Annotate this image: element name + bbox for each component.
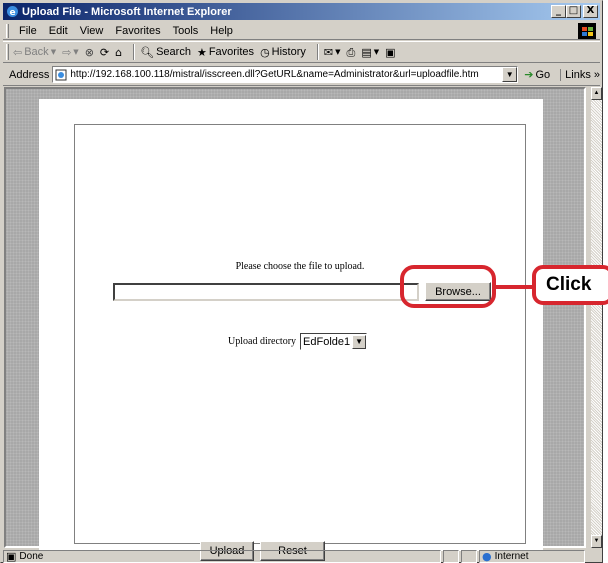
home-button[interactable]: ⌂ xyxy=(115,47,122,58)
page-done-icon: ▣ xyxy=(6,549,17,563)
refresh-icon: ⟳ xyxy=(99,45,110,59)
menu-help[interactable]: Help xyxy=(204,25,239,37)
window-title: Upload File - Microsoft Internet Explore… xyxy=(22,5,232,18)
callout-label: Click xyxy=(532,265,608,305)
mail-button[interactable]: ✉ ▼ xyxy=(324,47,341,58)
maximize-button[interactable]: □ xyxy=(566,5,581,18)
dropdown-arrow-icon: ▼ xyxy=(373,47,380,56)
menu-tools[interactable]: Tools xyxy=(167,25,205,37)
edit-icon: ▤ xyxy=(361,45,372,59)
close-button[interactable]: X xyxy=(583,5,598,18)
toolbar-separator xyxy=(316,44,319,60)
stop-button[interactable]: ⊗ xyxy=(85,47,94,58)
menu-grip[interactable] xyxy=(6,23,9,38)
directory-label: Upload directory xyxy=(228,336,297,347)
refresh-button[interactable]: ⟳ xyxy=(100,47,109,58)
menu-file[interactable]: File xyxy=(13,25,43,37)
directory-value: EdFolde1 xyxy=(303,335,351,348)
status-pane: ▣ Done xyxy=(3,549,441,563)
toolbar-grip[interactable] xyxy=(6,44,9,60)
mail-icon: ✉ xyxy=(323,45,334,59)
status-pane-empty xyxy=(461,549,477,563)
home-icon: ⌂ xyxy=(115,45,123,59)
go-button[interactable]: ➔ Go xyxy=(524,69,550,81)
scroll-up-icon[interactable]: ▲ xyxy=(591,87,602,100)
search-icon: 🔍︎ xyxy=(140,45,155,59)
back-arrow-icon: ⇦ xyxy=(13,45,23,59)
forward-button[interactable]: ⇨ ▼ xyxy=(62,47,79,58)
stop-icon: ⊗ xyxy=(84,45,94,59)
history-icon: ◷ xyxy=(260,45,270,59)
upload-panel: Please choose the file to upload. Browse… xyxy=(74,124,526,544)
globe-icon: ● xyxy=(482,549,492,563)
menu-view[interactable]: View xyxy=(74,25,110,37)
callout-connector xyxy=(496,285,532,289)
back-button[interactable]: ⇦ Back ▼ xyxy=(13,46,56,58)
address-bar: Address http://192.168.100.118/mistral/i… xyxy=(3,64,600,86)
directory-row: Upload directory EdFolde1 ▼ xyxy=(228,333,368,350)
address-url: http://192.168.100.118/mistral/isscreen.… xyxy=(70,69,479,80)
edit-button[interactable]: ▤ ▼ xyxy=(361,47,379,58)
forward-arrow-icon: ⇨ xyxy=(62,45,72,59)
discuss-icon: ▣ xyxy=(385,45,396,59)
menu-bar: File Edit View Favorites Tools Help xyxy=(3,22,600,40)
favorites-icon: ★ xyxy=(196,45,207,59)
zone-pane: ● Internet xyxy=(479,549,585,563)
dropdown-arrow-icon: ▼ xyxy=(73,47,79,56)
go-arrow-icon: ➔ xyxy=(524,68,534,81)
status-bar: ▣ Done ● Internet xyxy=(3,549,602,563)
page-icon xyxy=(55,69,67,81)
title-bar: e Upload File - Microsoft Internet Explo… xyxy=(3,3,600,20)
standard-toolbar: ⇦ Back ▼ ⇨ ▼ ⊗ ⟳ ⌂ 🔍︎ Search ★ Favorites… xyxy=(3,41,600,63)
page-viewport: Please choose the file to upload. Browse… xyxy=(4,87,586,561)
search-button[interactable]: 🔍︎ Search xyxy=(140,46,191,58)
address-input[interactable]: http://192.168.100.118/mistral/isscreen.… xyxy=(52,66,519,83)
dropdown-arrow-icon: ▼ xyxy=(335,47,341,56)
favorites-button[interactable]: ★ Favorites xyxy=(197,46,254,58)
links-button[interactable]: Links » xyxy=(560,68,600,81)
discuss-button[interactable]: ▣ xyxy=(385,47,395,58)
menu-edit[interactable]: Edit xyxy=(43,25,74,37)
print-icon: ⎙ xyxy=(346,45,356,59)
vertical-scrollbar[interactable]: ▲ ▼ xyxy=(591,87,602,548)
callout-highlight-ring xyxy=(400,265,496,308)
scroll-down-icon[interactable]: ▼ xyxy=(591,535,602,548)
dropdown-arrow-icon: ▼ xyxy=(50,47,57,56)
chevron-down-icon[interactable]: ▼ xyxy=(352,334,367,349)
windows-logo-icon xyxy=(578,23,596,39)
history-button[interactable]: ◷ History xyxy=(260,46,306,58)
page-body: Please choose the file to upload. Browse… xyxy=(39,99,543,561)
ie-window: e Upload File - Microsoft Internet Explo… xyxy=(0,0,603,563)
directory-select[interactable]: EdFolde1 ▼ xyxy=(300,333,368,350)
menu-favorites[interactable]: Favorites xyxy=(109,25,166,37)
address-dropdown-icon[interactable]: ▼ xyxy=(502,67,518,82)
status-pane-empty xyxy=(443,549,459,563)
toolbar-separator xyxy=(133,44,136,60)
file-path-input[interactable] xyxy=(113,283,419,301)
svg-text:e: e xyxy=(9,8,15,18)
print-button[interactable]: ⎙ xyxy=(347,47,356,58)
minimize-button[interactable]: _ xyxy=(551,5,566,18)
address-label: Address xyxy=(9,68,50,81)
ie-logo-icon: e xyxy=(5,5,19,19)
